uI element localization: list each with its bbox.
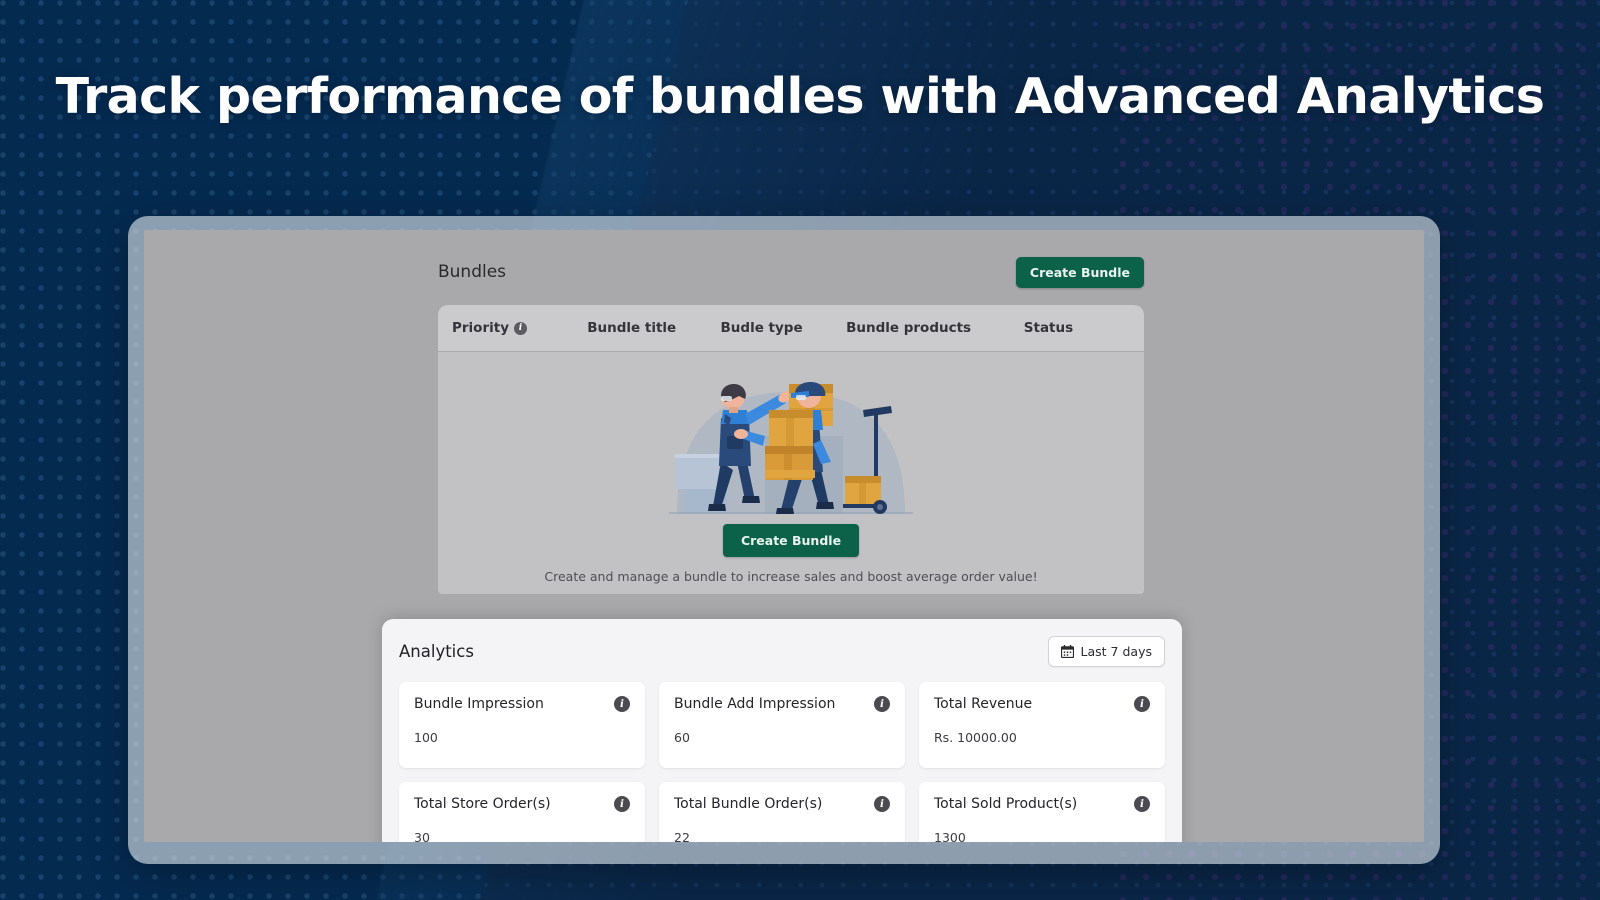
metric-value: 22 <box>674 830 690 842</box>
metric-value: Rs. 10000.00 <box>934 730 1017 745</box>
metric-card: Total Store Order(s) i 30 <box>399 782 645 842</box>
metric-card: Bundle Impression i 100 <box>399 682 645 768</box>
metric-card-header: Total Store Order(s) i <box>414 796 630 812</box>
device-screen: Bundles Create Bundle Priority i Bundle … <box>144 230 1424 842</box>
device-mockup-frame: Bundles Create Bundle Priority i Bundle … <box>128 216 1440 864</box>
column-header-bundle-type[interactable]: Budle type <box>721 320 847 336</box>
metric-card: Total Bundle Order(s) i 22 <box>659 782 905 842</box>
warehouse-workers-boxes-illustration <box>669 382 913 514</box>
info-icon[interactable]: i <box>514 321 527 335</box>
metric-card-header: Total Sold Product(s) i <box>934 796 1150 812</box>
column-header-bundle-title[interactable]: Bundle title <box>587 320 720 336</box>
analytics-header: Analytics Last 7 days <box>399 634 1165 668</box>
info-icon[interactable]: i <box>874 796 890 812</box>
column-header-bundle-products[interactable]: Bundle products <box>846 320 1024 336</box>
info-icon[interactable]: i <box>874 696 890 712</box>
bundles-section: Bundles Create Bundle Priority i Bundle … <box>438 252 1144 594</box>
empty-state-caption: Create and manage a bundle to increase s… <box>544 569 1038 584</box>
metric-value: 100 <box>414 730 438 745</box>
analytics-metrics-grid: Bundle Impression i 100 Bundle Add Impre… <box>399 682 1165 842</box>
bundles-table-header-row: Priority i Bundle title Budle type Bundl… <box>438 305 1144 352</box>
column-header-priority-label: Priority <box>452 320 509 336</box>
metric-card: Total Revenue i Rs. 10000.00 <box>919 682 1165 768</box>
bundles-section-title: Bundles <box>438 262 507 282</box>
calendar-icon <box>1060 644 1074 658</box>
metric-label: Total Store Order(s) <box>414 796 551 812</box>
bundles-empty-state: Create Bundle Create and manage a bundle… <box>438 352 1144 594</box>
metric-label: Bundle Add Impression <box>674 696 836 712</box>
info-icon[interactable]: i <box>1134 796 1150 812</box>
bundles-table-card: Priority i Bundle title Budle type Bundl… <box>438 305 1144 594</box>
metric-card-header: Bundle Impression i <box>414 696 630 712</box>
analytics-panel: Analytics Last 7 days Bundle Impression … <box>382 619 1182 842</box>
column-header-status[interactable]: Status <box>1024 320 1130 336</box>
metric-card-header: Bundle Add Impression i <box>674 696 890 712</box>
analytics-title: Analytics <box>399 641 474 661</box>
info-icon[interactable]: i <box>614 696 630 712</box>
metric-card-header: Total Revenue i <box>934 696 1150 712</box>
metric-label: Bundle Impression <box>414 696 544 712</box>
metric-label: Total Revenue <box>934 696 1033 712</box>
metric-card: Total Sold Product(s) i 1300 <box>919 782 1165 842</box>
create-bundle-button-header[interactable]: Create Bundle <box>1015 256 1144 288</box>
empty-state-cta-wrapper: Create Bundle <box>722 524 860 557</box>
column-header-priority[interactable]: Priority i <box>452 320 587 336</box>
metric-label: Total Bundle Order(s) <box>674 796 823 812</box>
info-icon[interactable]: i <box>1134 696 1150 712</box>
create-bundle-button-empty-state[interactable]: Create Bundle <box>722 524 860 557</box>
metric-card-header: Total Bundle Order(s) i <box>674 796 890 812</box>
date-range-label: Last 7 days <box>1080 643 1152 659</box>
metric-value: 60 <box>674 730 690 745</box>
bundles-header: Bundles Create Bundle <box>438 252 1144 292</box>
metric-value: 30 <box>414 830 430 842</box>
page-title: Track performance of bundles with Advanc… <box>55 68 1545 125</box>
info-icon[interactable]: i <box>614 796 630 812</box>
metric-card: Bundle Add Impression i 60 <box>659 682 905 768</box>
metric-label: Total Sold Product(s) <box>934 796 1078 812</box>
date-range-selector[interactable]: Last 7 days <box>1047 635 1165 667</box>
metric-value: 1300 <box>934 830 966 842</box>
